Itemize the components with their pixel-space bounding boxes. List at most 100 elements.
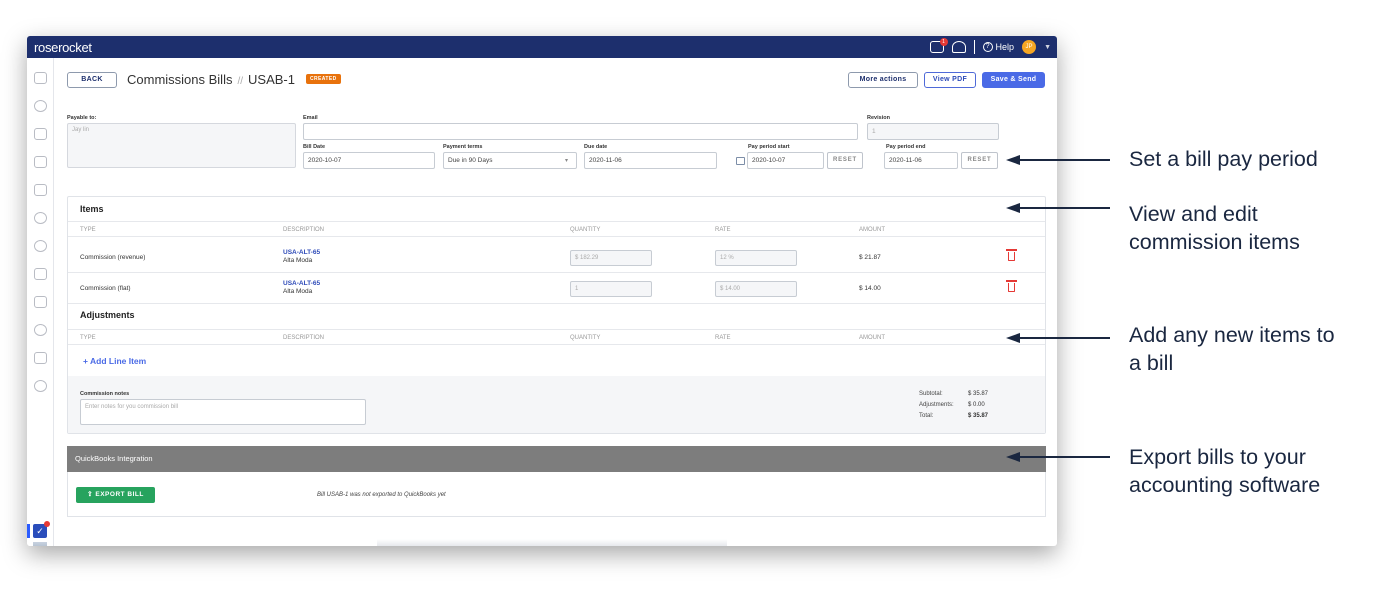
adjustments-total-value: $ 0.00 — [968, 402, 985, 408]
col-amount: AMOUNT — [859, 227, 885, 233]
calendar-icon[interactable] — [736, 157, 745, 165]
quickbooks-header: QuickBooks Integration — [67, 446, 1046, 472]
col-type: TYPE — [80, 227, 96, 233]
users-icon[interactable] — [34, 212, 47, 224]
sidebar: ✓ — [27, 58, 54, 546]
pay-period-start-field[interactable]: 2020-10-07 — [747, 152, 824, 169]
pay-period-end-field[interactable]: 2020-11-06 — [884, 152, 958, 169]
item-amount: $ 14.00 — [859, 285, 881, 292]
col-description: DESCRIPTION — [283, 227, 325, 233]
revision-field[interactable]: 1 — [867, 123, 999, 140]
col-quantity: QUANTITY — [570, 335, 601, 341]
chat-icon[interactable] — [34, 352, 47, 364]
table-row: Commission (revenue) USA-ALT-65 Alta Mod… — [68, 242, 1045, 273]
item-order-link[interactable]: USA-ALT-65 — [283, 249, 320, 256]
export-status-message: Bill USAB-1 was not exported to QuickBoo… — [317, 492, 446, 498]
pay-period-end-label: Pay period end — [886, 144, 926, 150]
total-value: $ 35.87 — [968, 413, 989, 419]
network-icon[interactable] — [34, 240, 47, 252]
add-line-item-button[interactable]: + Add Line Item — [83, 356, 146, 366]
col-rate: RATE — [715, 227, 731, 233]
item-type: Commission (revenue) — [80, 254, 146, 261]
arrow-line — [1018, 159, 1110, 161]
item-quantity-field[interactable]: 1 — [570, 281, 652, 297]
truck-icon[interactable] — [34, 268, 47, 280]
chevron-down-icon[interactable]: ▼ — [1044, 44, 1051, 51]
report-icon[interactable] — [34, 296, 47, 308]
due-date-label: Due date — [584, 144, 608, 150]
payable-to-label: Payable to: — [67, 115, 97, 121]
app-window: roserocket 1 ? Help JP ▼ ✓ BACK Commissio… — [27, 36, 1057, 546]
item-quantity-field[interactable]: $ 182.29 — [570, 250, 652, 266]
item-order-link[interactable]: USA-ALT-65 — [283, 280, 320, 287]
annotation-line: Export bills to your — [1129, 445, 1306, 469]
globe-icon[interactable] — [34, 100, 47, 112]
help-label: Help — [995, 42, 1015, 52]
app-switcher-icon[interactable]: ✓ — [33, 521, 50, 538]
gear-icon[interactable] — [34, 380, 47, 392]
help-link[interactable]: ? Help — [982, 42, 1015, 52]
col-amount: AMOUNT — [859, 335, 885, 341]
page-title: Commissions Bills // USAB-1 — [127, 72, 295, 87]
reset-start-button[interactable]: RESET — [827, 152, 863, 169]
due-date-field[interactable]: 2020-11-06 — [584, 152, 717, 169]
arrow-line — [1018, 207, 1110, 209]
trash-icon[interactable] — [1006, 280, 1017, 292]
status-badge: CREATED — [306, 74, 341, 84]
more-actions-button[interactable]: More actions — [848, 72, 918, 88]
save-send-button[interactable]: Save & Send — [982, 72, 1045, 88]
quickbooks-section: ⇪ EXPORT BILL Bill USAB-1 was not export… — [67, 472, 1046, 517]
item-customer: Alta Moda — [283, 257, 313, 264]
item-type: Commission (flat) — [80, 285, 131, 292]
document-icon[interactable] — [34, 184, 47, 196]
help-icon: ? — [982, 42, 993, 52]
items-card: Items TYPE DESCRIPTION QUANTITY RATE AMO… — [67, 196, 1046, 434]
app-logo: roserocket — [34, 40, 92, 55]
invoice-icon[interactable] — [34, 156, 47, 168]
export-bill-label: EXPORT BILL — [95, 491, 144, 498]
col-type: TYPE — [80, 335, 96, 341]
truck-notification-icon[interactable]: 1 — [929, 38, 948, 53]
bell-icon[interactable] — [951, 41, 966, 53]
item-rate-field[interactable]: 12 % — [715, 250, 797, 266]
payable-to-field[interactable]: Jay lin — [67, 123, 296, 168]
commission-notes-field[interactable]: Enter notes for you commission bill — [80, 399, 366, 425]
table-row: Commission (flat) USA-ALT-65 Alta Moda 1… — [68, 273, 1045, 304]
top-nav-actions: 1 ? Help JP ▼ — [929, 38, 1051, 55]
reset-end-button[interactable]: RESET — [961, 152, 998, 169]
email-field[interactable] — [303, 123, 858, 140]
export-bill-button[interactable]: ⇪ EXPORT BILL — [76, 487, 155, 503]
chevron-down-icon: ▾ — [565, 158, 569, 164]
annotation-line: commission items — [1129, 230, 1300, 254]
sidebar-selected-indicator — [27, 524, 30, 538]
col-rate: RATE — [715, 335, 731, 341]
title-separator: // — [237, 76, 244, 87]
notification-count: 1 — [939, 38, 948, 46]
item-customer: Alta Moda — [283, 288, 313, 295]
item-rate-field[interactable]: $ 14.00 — [715, 281, 797, 297]
annotation-new-items: Add any new items to a bill — [1129, 321, 1335, 377]
view-pdf-button[interactable]: View PDF — [924, 72, 976, 88]
back-button[interactable]: BACK — [67, 72, 117, 88]
email-label: Email — [303, 115, 318, 121]
annotation-export: Export bills to your accounting software — [1129, 443, 1320, 499]
arrow-line — [1018, 456, 1110, 458]
payment-terms-select[interactable]: Due in 90 Days — [443, 152, 577, 169]
user-avatar[interactable]: JP — [1022, 40, 1037, 54]
calendar-icon[interactable] — [34, 128, 47, 140]
bill-date-field[interactable]: 2020-10-07 — [303, 152, 435, 169]
adjustments-total-label: Adjustments: — [919, 402, 954, 408]
subtotal-value: $ 35.87 — [968, 391, 989, 397]
clipboard-icon[interactable] — [34, 72, 47, 84]
col-description: DESCRIPTION — [283, 335, 325, 341]
trash-icon[interactable] — [1006, 249, 1017, 261]
profile-thumbnail[interactable] — [33, 542, 47, 546]
annotation-line: accounting software — [1129, 473, 1321, 497]
dashboard-icon[interactable] — [34, 324, 47, 336]
annotation-line: a bill — [1129, 351, 1174, 375]
top-nav-bar: roserocket 1 ? Help JP ▼ — [27, 36, 1057, 58]
annotation-commission-items: View and edit commission items — [1129, 200, 1300, 256]
items-heading: Items — [80, 204, 104, 214]
annotation-line: Add any new items to — [1129, 323, 1335, 347]
items-column-headers: TYPE DESCRIPTION QUANTITY RATE AMOUNT — [68, 221, 1045, 237]
